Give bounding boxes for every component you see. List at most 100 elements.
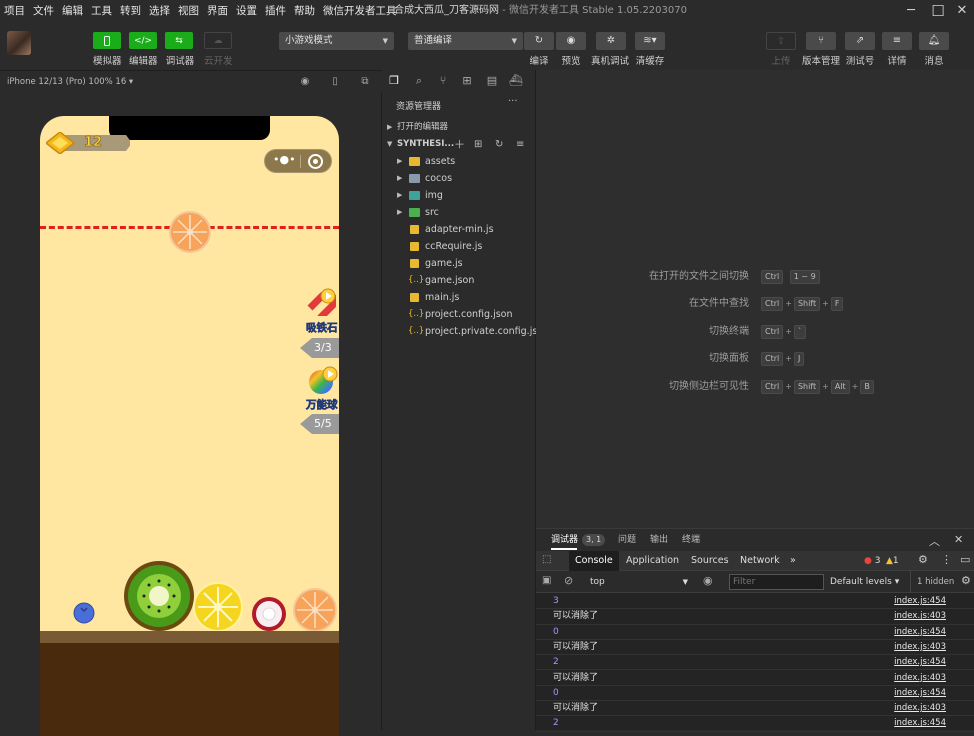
more-options-icon[interactable]: ··· (508, 96, 518, 107)
source-link[interactable]: index.js:454 (894, 594, 946, 609)
source-link[interactable]: index.js:454 (894, 655, 946, 670)
source-link[interactable]: index.js:403 (894, 671, 946, 686)
blueberry-fruit-icon (73, 602, 95, 624)
open-editors-section[interactable]: ▶ 打开的编辑器 (382, 119, 536, 136)
clear-console-icon[interactable]: ⊘ (564, 574, 573, 587)
menu-select[interactable]: 选择 (145, 0, 174, 22)
menu-help[interactable]: 帮助 (290, 0, 319, 22)
chevron-right-icon: ▶ (387, 123, 393, 131)
new-file-icon[interactable]: ＋ (454, 136, 465, 153)
more-tabs-icon[interactable]: » (784, 551, 802, 571)
tree-file[interactable]: game.js (382, 255, 536, 272)
search-icon[interactable]: ⌕ (411, 73, 427, 89)
menu-file[interactable]: 文件 (29, 0, 58, 22)
upload-button[interactable]: ⇪ (766, 32, 796, 50)
simulator-toggle-icon[interactable] (93, 32, 121, 49)
project-section[interactable]: ▼ SYNTHESI... ＋ ⊞ ↻ ≡ (382, 136, 536, 153)
tree-folder[interactable]: ▶ cocos (382, 170, 536, 187)
docker-icon[interactable]: ⛴ (508, 73, 524, 89)
source-folder-icon (409, 208, 420, 217)
layout-icon[interactable]: ▤ (484, 73, 500, 89)
debugger-toggle-icon[interactable]: ⇆ (165, 32, 193, 49)
tab-output[interactable]: 输出 (650, 529, 668, 551)
menu-settings[interactable]: 设置 (232, 0, 261, 22)
popout-icon[interactable]: ⧉ (357, 74, 373, 90)
tab-console[interactable]: Console (569, 551, 619, 571)
tree-file[interactable]: ccRequire.js (382, 238, 536, 255)
tab-problems[interactable]: 问题 (618, 529, 636, 551)
tree-file[interactable]: main.js (382, 289, 536, 306)
source-link[interactable]: index.js:403 (894, 609, 946, 624)
error-count[interactable]: ● 3 (864, 551, 880, 571)
menu-tools[interactable]: 工具 (87, 0, 116, 22)
clear-cache-button[interactable]: ≋▾ (635, 32, 665, 50)
compile-mode-select[interactable]: 普通编译 ▼ (408, 32, 523, 50)
cloud-dev-icon[interactable]: ☁ (204, 32, 232, 49)
source-link[interactable]: index.js:403 (894, 701, 946, 716)
eye-icon[interactable]: ◉ (703, 574, 713, 587)
more-dots-icon[interactable]: •●• (273, 153, 296, 166)
menu-view[interactable]: 视图 (174, 0, 203, 22)
avatar[interactable] (7, 31, 31, 55)
close-icon[interactable]: ✕ (953, 2, 971, 20)
tree-folder[interactable]: ▶ img (382, 187, 536, 204)
maximize-icon[interactable]: ☐ (929, 2, 947, 20)
version-button[interactable]: ⑂ (806, 32, 836, 50)
preview-button[interactable]: ◉ (556, 32, 586, 50)
messages-button[interactable]: 🔔︎ (919, 32, 949, 50)
chevron-up-icon[interactable]: ︿ (929, 533, 940, 549)
minimize-icon[interactable]: ─ (902, 2, 920, 20)
details-button[interactable]: ≡ (882, 32, 912, 50)
tab-sources[interactable]: Sources (685, 551, 735, 571)
tree-folder[interactable]: ▶ src (382, 204, 536, 221)
phone-icon[interactable]: ▯ (327, 74, 343, 90)
inspect-icon[interactable]: ⬚ (542, 554, 551, 565)
source-control-icon[interactable]: ⑂ (435, 73, 451, 89)
warning-count[interactable]: ▲1 (886, 551, 899, 571)
record-icon[interactable]: ◉ (297, 74, 313, 90)
menu-plugins[interactable]: 插件 (261, 0, 290, 22)
kebab-menu-icon[interactable]: ⋮ (941, 553, 952, 566)
source-link[interactable]: index.js:454 (894, 625, 946, 640)
tab-terminal[interactable]: 终端 (682, 529, 700, 551)
editor-toggle-icon[interactable]: </> (129, 32, 157, 49)
source-link[interactable]: index.js:454 (894, 716, 946, 731)
sidebar-toggle-icon[interactable]: ▣ (542, 575, 551, 586)
tree-file[interactable]: {..} game.json (382, 272, 536, 289)
context-select[interactable]: top ▼ (586, 574, 692, 590)
new-folder-icon[interactable]: ⊞ (474, 136, 482, 153)
menu-project[interactable]: 项目 (0, 0, 29, 22)
gear-icon[interactable]: ⚙ (918, 553, 928, 566)
dock-icon[interactable]: ▭ (960, 553, 970, 566)
close-icon[interactable]: ✕ (954, 533, 963, 546)
tab-application[interactable]: Application (620, 551, 685, 571)
menu-goto[interactable]: 转到 (116, 0, 145, 22)
extensions-icon[interactable]: ⊞ (459, 73, 475, 89)
test-account-button[interactable]: ⇗ (845, 32, 875, 50)
magnet-icon[interactable] (306, 288, 336, 316)
collapse-icon[interactable]: ≡ (516, 136, 524, 153)
source-link[interactable]: index.js:454 (894, 686, 946, 701)
tree-file[interactable]: {..} project.config.json (382, 306, 536, 323)
files-icon[interactable]: ❐ (386, 73, 402, 89)
compile-button[interactable]: ↻ (524, 32, 554, 50)
tree-folder[interactable]: ▶ assets (382, 153, 536, 170)
close-target-icon[interactable] (308, 154, 323, 169)
gear-icon[interactable]: ⚙ (961, 574, 971, 587)
tab-network[interactable]: Network (734, 551, 786, 571)
console-filter-input[interactable] (729, 574, 824, 590)
device-select[interactable]: iPhone 12/13 (Pro) 100% 16 ▾ (7, 71, 133, 93)
miniprogram-capsule[interactable]: •●• (264, 149, 332, 173)
tree-file[interactable]: {..} project.private.config.js... (382, 323, 536, 340)
remote-debug-button[interactable]: ✲ (596, 32, 626, 50)
refresh-icon[interactable]: ↻ (495, 136, 503, 153)
rainbow-ball-icon[interactable] (308, 366, 338, 394)
menu-edit[interactable]: 编辑 (58, 0, 87, 22)
game-canvas[interactable]: 12 •●• 吸铁石 3/3 万能球 5/5 (40, 116, 339, 736)
log-levels-select[interactable]: Default levels ▾ (830, 571, 899, 593)
mode-select[interactable]: 小游戏模式 ▼ (279, 32, 394, 50)
source-link[interactable]: index.js:403 (894, 640, 946, 655)
tree-file[interactable]: adapter-min.js (382, 221, 536, 238)
menu-wechat-devtools[interactable]: 微信开发者工具 (319, 0, 401, 22)
menu-interface[interactable]: 界面 (203, 0, 232, 22)
